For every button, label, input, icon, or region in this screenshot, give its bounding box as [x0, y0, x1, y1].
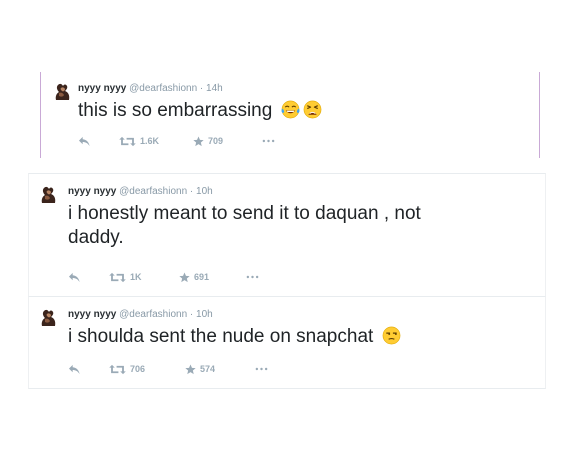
weary-face-icon	[303, 100, 322, 119]
tweet-text: i honestly meant to send it to daquan , …	[68, 202, 421, 250]
more-button[interactable]	[262, 134, 275, 148]
tweet-text-line: i honestly meant to send it to daquan , …	[68, 203, 421, 224]
retweet-button[interactable]: 1.6K	[119, 134, 159, 148]
ellipsis-icon	[246, 275, 259, 279]
retweet-count: 1.6K	[140, 136, 160, 146]
avatar[interactable]	[53, 81, 73, 101]
ellipsis-icon	[255, 367, 268, 371]
tweet[interactable]: nyyy nyyy @dearfashionn · 10h i shoulda …	[28, 297, 546, 389]
separator-dot: ·	[189, 186, 194, 197]
timestamp[interactable]: 10h	[196, 309, 213, 320]
tweet-header: nyyy nyyy @dearfashionn · 10h	[68, 186, 213, 198]
tweet-actions: 1.6K 709	[78, 134, 288, 148]
favorite-button[interactable]: 709	[193, 134, 223, 148]
face-with-tears-of-joy-icon	[281, 100, 300, 119]
favorite-count: 709	[208, 136, 224, 146]
tweet-header: nyyy nyyy @dearfashionn · 14h	[78, 83, 223, 95]
favorite-count: 574	[200, 364, 216, 374]
tweet-header: nyyy nyyy @dearfashionn · 10h	[68, 309, 213, 321]
retweet-count: 706	[130, 364, 146, 374]
favorite-button[interactable]: 574	[185, 362, 215, 376]
tweet-actions: 706 574	[68, 362, 278, 376]
avatar[interactable]	[39, 307, 59, 327]
reply-arrow-icon	[78, 136, 91, 147]
star-icon	[193, 136, 204, 147]
tweet[interactable]: nyyy nyyy @dearfashionn · 10h i honestly…	[28, 173, 546, 297]
display-name[interactable]: nyyy nyyy	[78, 83, 126, 94]
reply-button[interactable]	[78, 134, 91, 148]
tweet-text-content: this is so embarrassing	[78, 100, 273, 121]
reply-button[interactable]	[68, 270, 81, 284]
tweet[interactable]: nyyy nyyy @dearfashionn · 14h this is so…	[40, 72, 540, 158]
user-handle[interactable]: @dearfashionn	[119, 186, 187, 197]
avatar[interactable]	[39, 184, 59, 204]
unamused-face-icon	[382, 326, 401, 345]
display-name[interactable]: nyyy nyyy	[68, 186, 116, 197]
more-button[interactable]	[246, 270, 259, 284]
separator-dot: ·	[189, 309, 194, 320]
retweet-icon	[109, 364, 126, 375]
reply-button[interactable]	[68, 362, 81, 376]
more-button[interactable]	[255, 362, 268, 376]
retweet-count: 1K	[130, 272, 142, 282]
star-icon	[179, 272, 190, 283]
favorite-button[interactable]: 691	[179, 270, 209, 284]
separator-dot: ·	[199, 83, 204, 94]
user-handle[interactable]: @dearfashionn	[129, 83, 197, 94]
timestamp[interactable]: 14h	[206, 83, 223, 94]
retweet-icon	[119, 136, 136, 147]
reply-arrow-icon	[68, 364, 81, 375]
tweet-text-line: daddy.	[68, 227, 124, 248]
star-icon	[185, 364, 196, 375]
retweet-button[interactable]: 1K	[109, 270, 142, 284]
reply-arrow-icon	[68, 272, 81, 283]
retweet-button[interactable]: 706	[109, 362, 145, 376]
display-name[interactable]: nyyy nyyy	[68, 309, 116, 320]
retweet-icon	[109, 272, 126, 283]
ellipsis-icon	[262, 139, 275, 143]
tweet-text-content: i shoulda sent the nude on snapchat	[68, 326, 374, 347]
tweet-text: this is so embarrassing	[78, 99, 322, 123]
timestamp[interactable]: 10h	[196, 186, 213, 197]
favorite-count: 691	[194, 272, 210, 282]
user-handle[interactable]: @dearfashionn	[119, 309, 187, 320]
tweet-actions: 1K 691	[68, 270, 278, 284]
tweet-text: i shoulda sent the nude on snapchat	[68, 325, 401, 349]
